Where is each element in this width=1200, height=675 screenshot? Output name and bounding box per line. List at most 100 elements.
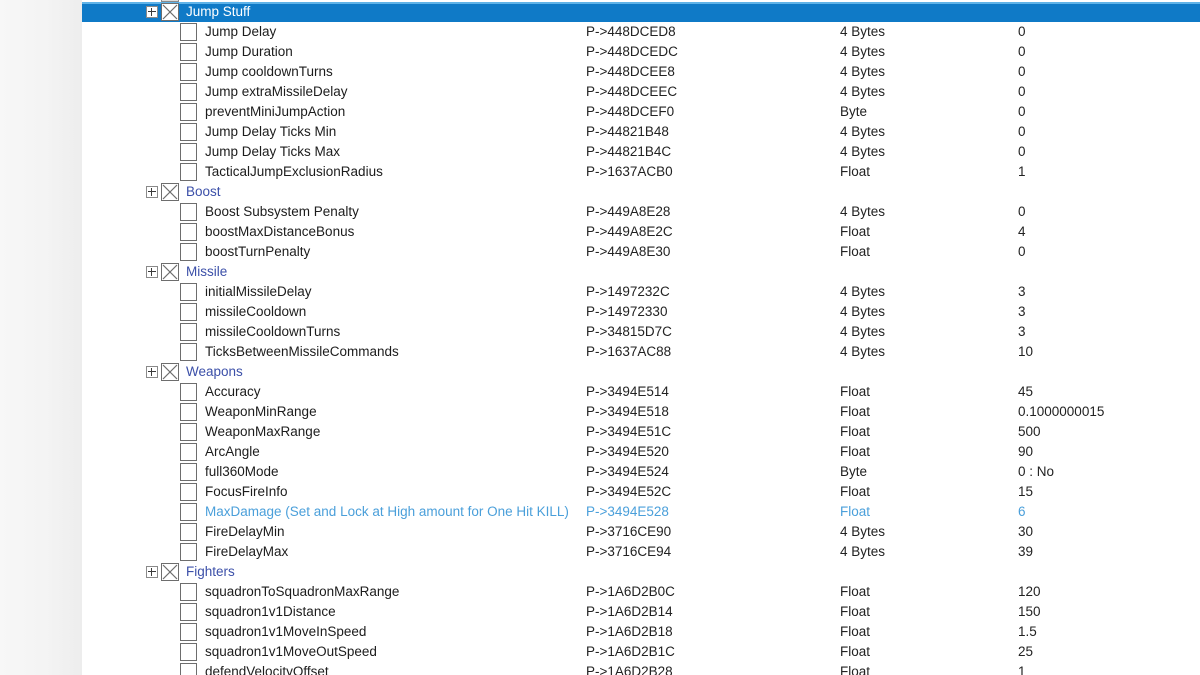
x-checkbox-icon[interactable] bbox=[161, 363, 179, 381]
group-label: Jump Stuff bbox=[186, 4, 251, 19]
cell-description: initialMissileDelay bbox=[205, 284, 312, 299]
x-checkbox-icon[interactable] bbox=[161, 263, 179, 281]
empty-checkbox-icon[interactable] bbox=[180, 463, 197, 481]
table-row[interactable]: squadron1v1MoveOutSpeed P->1A6D2B1C Float 2… bbox=[82, 642, 1200, 662]
empty-checkbox-icon[interactable] bbox=[180, 443, 197, 461]
cell-value: 39 bbox=[1018, 544, 1034, 559]
address-list-panel[interactable]: Jump Stuff Jump Delay P->448DCED8 4 Bytes 0 J… bbox=[82, 0, 1200, 675]
table-row[interactable]: TacticalJumpExclusionRadius P->1637ACB0 Fl… bbox=[82, 162, 1200, 182]
cell-description: Boost Subsystem Penalty bbox=[205, 204, 359, 219]
empty-checkbox-icon[interactable] bbox=[180, 203, 197, 221]
table-row[interactable]: WeaponMinRange P->3494E518 Float 0.10000000… bbox=[82, 402, 1200, 422]
plus-box-icon[interactable] bbox=[146, 6, 158, 18]
table-row[interactable]: FireDelayMin P->3716CE90 4 Bytes 30 bbox=[82, 522, 1200, 542]
cell-type: 4 Bytes bbox=[840, 64, 886, 79]
table-row[interactable]: Jump cooldownTurns P->448DCEE8 4 Bytes 0 bbox=[82, 62, 1200, 82]
cell-value: 3 bbox=[1018, 304, 1026, 319]
cell-description: Jump extraMissileDelay bbox=[205, 84, 348, 99]
plus-box-icon[interactable] bbox=[146, 366, 158, 378]
cell-description: squadron1v1Distance bbox=[205, 604, 336, 619]
cell-type: Float bbox=[840, 404, 871, 419]
table-row[interactable]: squadronToSquadronMaxRange P->1A6D2B0C Flo… bbox=[82, 582, 1200, 602]
table-row[interactable]: TicksBetweenMissileCommands P->1637AC88 4 … bbox=[82, 342, 1200, 362]
cell-description: Jump cooldownTurns bbox=[205, 64, 333, 79]
empty-checkbox-icon[interactable] bbox=[180, 43, 197, 61]
empty-checkbox-icon[interactable] bbox=[180, 623, 197, 641]
plus-box-icon[interactable] bbox=[146, 186, 158, 198]
cell-address: P->448DCEDC bbox=[586, 44, 678, 59]
empty-checkbox-icon[interactable] bbox=[180, 603, 197, 621]
empty-checkbox-icon[interactable] bbox=[180, 103, 197, 121]
cell-description: ArcAngle bbox=[205, 444, 260, 459]
empty-checkbox-icon[interactable] bbox=[180, 223, 197, 241]
cell-address: P->3494E524 bbox=[586, 464, 669, 479]
empty-checkbox-icon[interactable] bbox=[180, 143, 197, 161]
empty-checkbox-icon[interactable] bbox=[180, 303, 197, 321]
cell-description: FireDelayMin bbox=[205, 524, 285, 539]
empty-checkbox-icon[interactable] bbox=[180, 503, 197, 521]
table-row[interactable]: Jump Duration P->448DCEDC 4 Bytes 0 bbox=[82, 42, 1200, 62]
empty-checkbox-icon[interactable] bbox=[180, 663, 197, 675]
table-row[interactable]: FireDelayMax P->3716CE94 4 Bytes 39 bbox=[82, 542, 1200, 562]
empty-checkbox-icon[interactable] bbox=[180, 343, 197, 361]
group-row[interactable]: Fighters bbox=[82, 562, 1200, 582]
table-row[interactable]: Jump Delay Ticks Max P->44821B4C 4 Bytes 0 bbox=[82, 142, 1200, 162]
group-label: Boost bbox=[186, 184, 221, 199]
table-row[interactable]: missileCooldownTurns P->34815D7C 4 Bytes 3 bbox=[82, 322, 1200, 342]
cell-type: 4 Bytes bbox=[840, 304, 886, 319]
cell-type: Float bbox=[840, 244, 871, 259]
group-row[interactable]: Boost bbox=[82, 182, 1200, 202]
empty-checkbox-icon[interactable] bbox=[180, 283, 197, 301]
table-row[interactable]: boostTurnPenalty P->449A8E30 Float 0 bbox=[82, 242, 1200, 262]
table-row[interactable]: squadron1v1Distance P->1A6D2B14 Float 150 bbox=[82, 602, 1200, 622]
plus-box-icon[interactable] bbox=[146, 566, 158, 578]
empty-checkbox-icon[interactable] bbox=[180, 523, 197, 541]
cell-address: P->448DCED8 bbox=[586, 24, 676, 39]
empty-checkbox-icon[interactable] bbox=[180, 423, 197, 441]
table-row[interactable]: missileCooldown P->14972330 4 Bytes 3 bbox=[82, 302, 1200, 322]
empty-checkbox-icon[interactable] bbox=[180, 63, 197, 81]
empty-checkbox-icon[interactable] bbox=[180, 23, 197, 41]
table-row[interactable]: initialMissileDelay P->1497232C 4 Bytes 3 bbox=[82, 282, 1200, 302]
table-row[interactable]: FocusFireInfo P->3494E52C Float 15 bbox=[82, 482, 1200, 502]
plus-box-icon[interactable] bbox=[146, 266, 158, 278]
x-checkbox-icon[interactable] bbox=[161, 563, 179, 581]
table-row[interactable]: Boost Subsystem Penalty P->449A8E28 4 Byte… bbox=[82, 202, 1200, 222]
table-row[interactable]: full360Mode P->3494E524 Byte 0 : No bbox=[82, 462, 1200, 482]
x-checkbox-icon[interactable] bbox=[161, 3, 179, 21]
left-gutter bbox=[0, 0, 82, 675]
group-row[interactable]: Jump Stuff bbox=[82, 2, 1200, 22]
table-row[interactable]: preventMiniJumpAction P->448DCEF0 Byte 0 bbox=[82, 102, 1200, 122]
empty-checkbox-icon[interactable] bbox=[180, 483, 197, 501]
table-row[interactable]: WeaponMaxRange P->3494E51C Float 500 bbox=[82, 422, 1200, 442]
empty-checkbox-icon[interactable] bbox=[180, 243, 197, 261]
group-row[interactable]: Weapons bbox=[82, 362, 1200, 382]
cell-value: 6 bbox=[1018, 504, 1026, 519]
table-row[interactable]: ArcAngle P->3494E520 Float 90 bbox=[82, 442, 1200, 462]
x-checkbox-icon[interactable] bbox=[161, 183, 179, 201]
empty-checkbox-icon[interactable] bbox=[180, 163, 197, 181]
table-row[interactable]: Jump Delay P->448DCED8 4 Bytes 0 bbox=[82, 22, 1200, 42]
cell-value: 0 bbox=[1018, 44, 1026, 59]
cell-description: FocusFireInfo bbox=[205, 484, 288, 499]
table-row[interactable]: boostMaxDistanceBonus P->449A8E2C Float 4 bbox=[82, 222, 1200, 242]
empty-checkbox-icon[interactable] bbox=[180, 123, 197, 141]
table-row[interactable]: Jump Delay Ticks Min P->44821B48 4 Bytes 0 bbox=[82, 122, 1200, 142]
empty-checkbox-icon[interactable] bbox=[180, 403, 197, 421]
empty-checkbox-icon[interactable] bbox=[180, 323, 197, 341]
address-list-rows[interactable]: Jump Stuff Jump Delay P->448DCED8 4 Bytes 0 J… bbox=[82, 2, 1200, 675]
empty-checkbox-icon[interactable] bbox=[180, 383, 197, 401]
table-row[interactable]: MaxDamage (Set and Lock at High amount f… bbox=[82, 502, 1200, 522]
empty-checkbox-icon[interactable] bbox=[180, 583, 197, 601]
cell-description: WeaponMinRange bbox=[205, 404, 317, 419]
table-row[interactable]: squadron1v1MoveInSpeed P->1A6D2B18 Float 1.… bbox=[82, 622, 1200, 642]
empty-checkbox-icon[interactable] bbox=[180, 643, 197, 661]
cell-value: 1 bbox=[1018, 164, 1026, 179]
group-row[interactable]: Missile bbox=[82, 262, 1200, 282]
empty-checkbox-icon[interactable] bbox=[180, 83, 197, 101]
table-row[interactable]: Jump extraMissileDelay P->448DCEEC 4 Bytes… bbox=[82, 82, 1200, 102]
table-row[interactable]: defendVelocityOffset P->1A6D2B28 Float 1 bbox=[82, 662, 1200, 675]
empty-checkbox-icon[interactable] bbox=[180, 543, 197, 561]
table-row[interactable]: Accuracy P->3494E514 Float 45 bbox=[82, 382, 1200, 402]
cell-type: 4 Bytes bbox=[840, 324, 886, 339]
